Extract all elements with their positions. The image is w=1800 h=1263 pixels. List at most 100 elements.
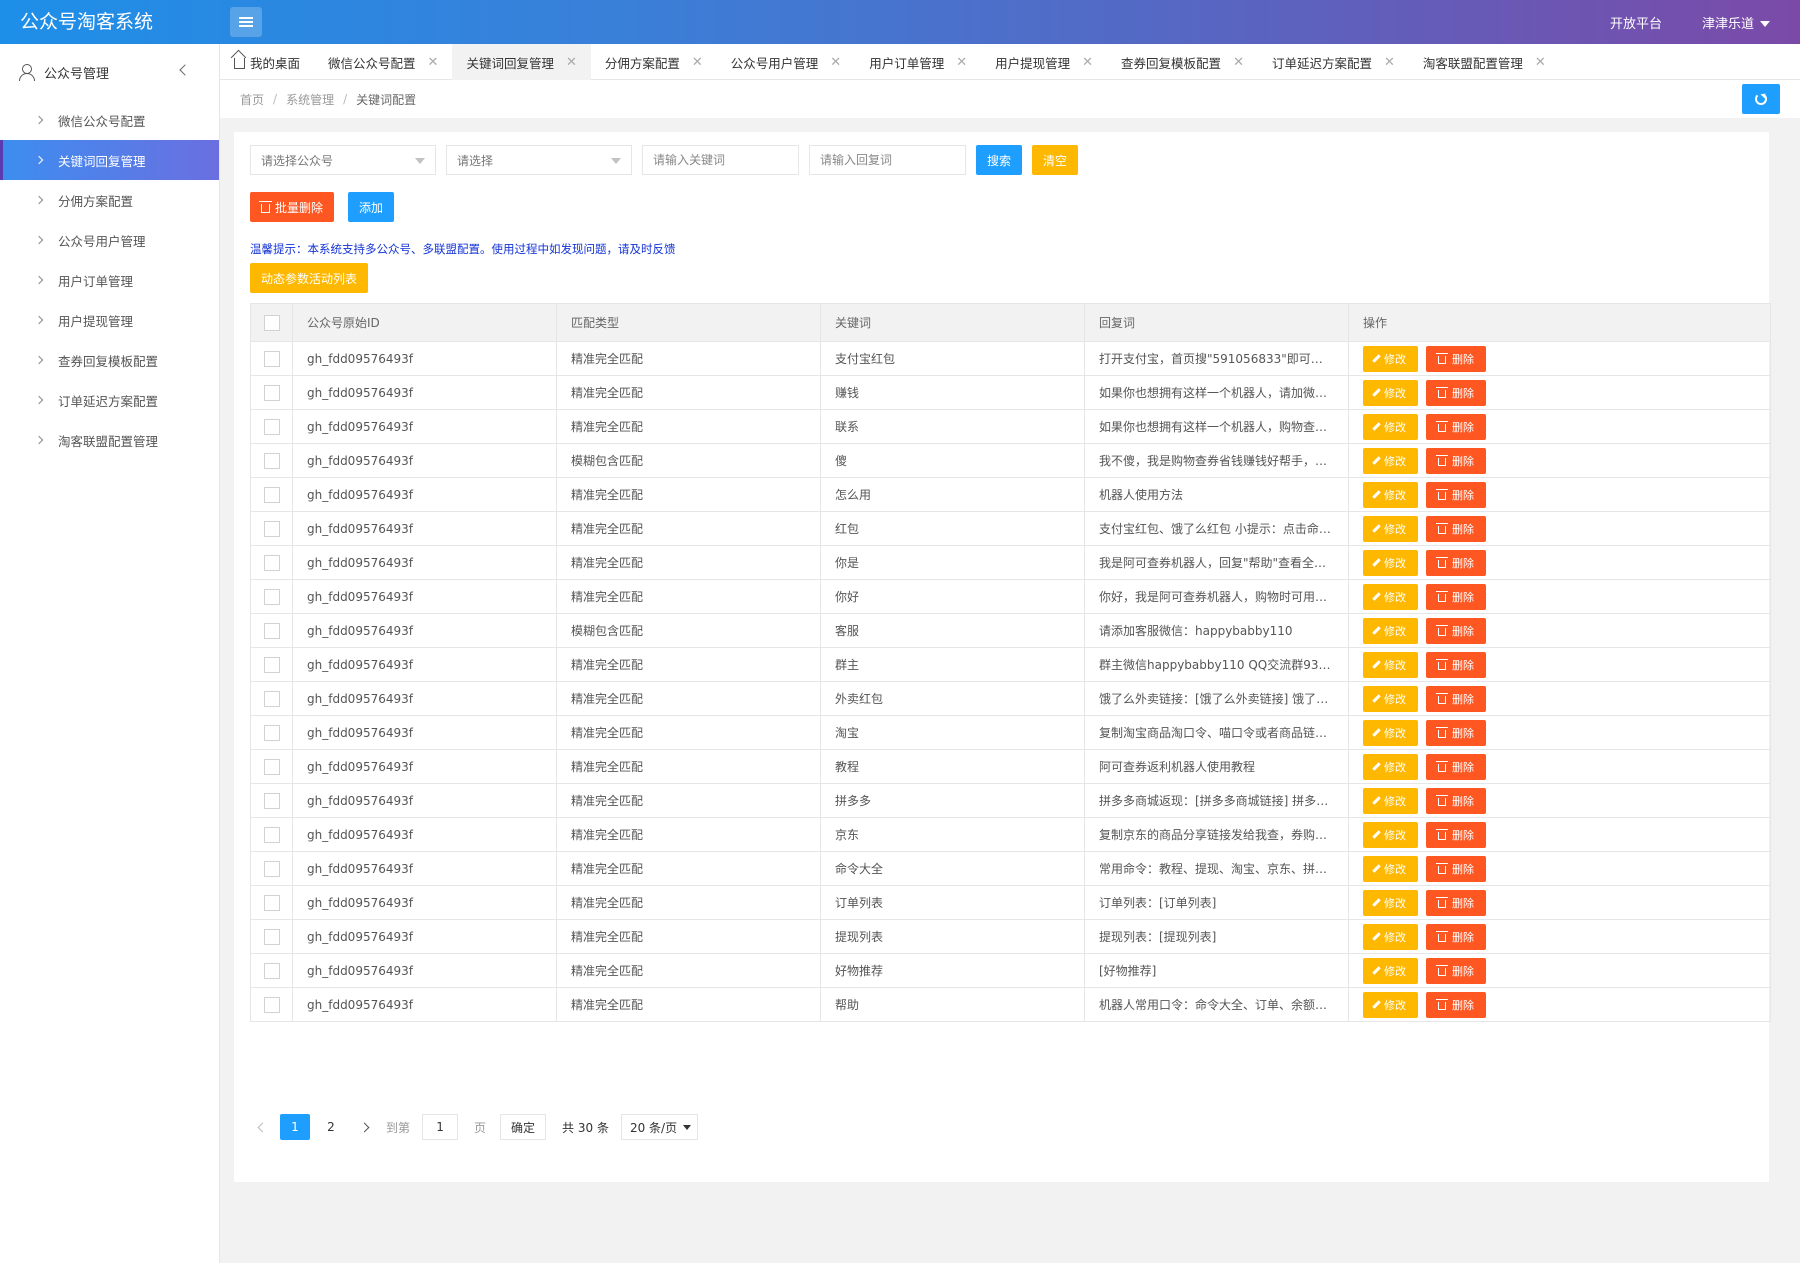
close-icon[interactable]: ✕ xyxy=(830,55,841,70)
sidebar-item[interactable]: 订单延迟方案配置 xyxy=(0,380,219,420)
delete-button[interactable]: 删除 xyxy=(1426,379,1486,406)
close-icon[interactable]: ✕ xyxy=(1233,55,1244,70)
page-number[interactable]: 2 xyxy=(316,1114,346,1140)
close-icon[interactable]: ✕ xyxy=(1384,55,1395,70)
tab[interactable]: 公众号用户管理 ✕ xyxy=(717,44,855,80)
row-checkbox[interactable] xyxy=(263,928,280,945)
sidebar-item[interactable]: 关键词回复管理 xyxy=(0,140,219,180)
breadcrumb-item[interactable]: 首页 xyxy=(240,91,264,108)
row-checkbox[interactable] xyxy=(263,758,280,775)
tab[interactable]: 我的桌面 xyxy=(220,44,314,80)
edit-button[interactable]: 修改 xyxy=(1363,685,1418,712)
row-checkbox[interactable] xyxy=(263,418,280,435)
delete-button[interactable]: 删除 xyxy=(1426,787,1486,814)
row-checkbox[interactable] xyxy=(263,860,280,877)
delete-button[interactable]: 删除 xyxy=(1426,481,1486,508)
delete-button[interactable]: 删除 xyxy=(1426,821,1486,848)
edit-button[interactable]: 修改 xyxy=(1363,447,1418,474)
tab[interactable]: 淘客联盟配置管理 ✕ xyxy=(1409,44,1560,80)
delete-button[interactable]: 删除 xyxy=(1426,651,1486,678)
delete-button[interactable]: 删除 xyxy=(1426,855,1486,882)
app-logo[interactable]: 公众号淘客系统 xyxy=(20,0,153,44)
close-icon[interactable]: ✕ xyxy=(1082,55,1093,70)
close-icon[interactable]: ✕ xyxy=(1535,55,1546,70)
edit-button[interactable]: 修改 xyxy=(1363,549,1418,576)
delete-button[interactable]: 删除 xyxy=(1426,447,1486,474)
tab[interactable]: 订单延迟方案配置 ✕ xyxy=(1258,44,1409,80)
edit-button[interactable]: 修改 xyxy=(1363,787,1418,814)
page-number[interactable]: 1 xyxy=(280,1114,310,1140)
delete-button[interactable]: 删除 xyxy=(1426,617,1486,644)
delete-button[interactable]: 删除 xyxy=(1426,549,1486,576)
batch-delete-button[interactable]: 批量删除 xyxy=(250,192,335,222)
edit-button[interactable]: 修改 xyxy=(1363,719,1418,746)
delete-button[interactable]: 删除 xyxy=(1426,345,1486,372)
row-checkbox[interactable] xyxy=(263,622,280,639)
goto-confirm-button[interactable]: 确定 xyxy=(500,1114,547,1140)
edit-button[interactable]: 修改 xyxy=(1363,583,1418,610)
delete-button[interactable]: 删除 xyxy=(1426,957,1486,984)
row-checkbox[interactable] xyxy=(263,724,280,741)
sidebar-item[interactable]: 淘客联盟配置管理 xyxy=(0,420,219,460)
row-checkbox[interactable] xyxy=(263,520,280,537)
reply-input[interactable] xyxy=(809,145,966,175)
breadcrumb-item[interactable]: 系统管理 xyxy=(286,91,334,108)
edit-button[interactable]: 修改 xyxy=(1363,923,1418,950)
match-type-select[interactable]: 请选择 xyxy=(446,145,632,175)
keyword-input[interactable] xyxy=(642,145,799,175)
sidebar-item[interactable]: 用户订单管理 xyxy=(0,260,219,300)
user-menu[interactable]: 津津乐道 xyxy=(1702,13,1770,32)
edit-button[interactable]: 修改 xyxy=(1363,991,1418,1018)
close-icon[interactable]: ✕ xyxy=(566,55,577,70)
tab[interactable]: 用户提现管理 ✕ xyxy=(981,44,1107,80)
row-checkbox[interactable] xyxy=(263,350,280,367)
row-checkbox[interactable] xyxy=(263,384,280,401)
edit-button[interactable]: 修改 xyxy=(1363,957,1418,984)
account-select[interactable]: 请选择公众号 xyxy=(250,145,436,175)
row-checkbox[interactable] xyxy=(263,996,280,1013)
delete-button[interactable]: 删除 xyxy=(1426,719,1486,746)
sidebar-item[interactable]: 分佣方案配置 xyxy=(0,180,219,220)
select-all-checkbox[interactable] xyxy=(263,314,280,331)
sidebar-item[interactable]: 公众号用户管理 xyxy=(0,220,219,260)
chevron-left-icon[interactable] xyxy=(179,64,191,76)
menu-toggle-button[interactable] xyxy=(230,7,262,37)
tab[interactable]: 查券回复模板配置 ✕ xyxy=(1107,44,1258,80)
prev-page-button[interactable] xyxy=(250,1114,274,1140)
row-checkbox[interactable] xyxy=(263,826,280,843)
sidebar-group-account[interactable]: 公众号管理 xyxy=(0,44,219,100)
close-icon[interactable]: ✕ xyxy=(692,55,703,70)
close-icon[interactable]: ✕ xyxy=(956,55,967,70)
edit-button[interactable]: 修改 xyxy=(1363,413,1418,440)
tab[interactable]: 关键词回复管理 ✕ xyxy=(452,44,591,80)
delete-button[interactable]: 删除 xyxy=(1426,923,1486,950)
open-platform-link[interactable]: 开放平台 xyxy=(1610,13,1662,32)
row-checkbox[interactable] xyxy=(263,894,280,911)
row-checkbox[interactable] xyxy=(263,554,280,571)
close-icon[interactable]: ✕ xyxy=(428,55,439,70)
add-button[interactable]: 添加 xyxy=(348,192,395,222)
clear-button[interactable]: 清空 xyxy=(1032,145,1079,175)
edit-button[interactable]: 修改 xyxy=(1363,379,1418,406)
delete-button[interactable]: 删除 xyxy=(1426,413,1486,440)
row-checkbox[interactable] xyxy=(263,792,280,809)
row-checkbox[interactable] xyxy=(263,452,280,469)
delete-button[interactable]: 删除 xyxy=(1426,515,1486,542)
tab[interactable]: 分佣方案配置 ✕ xyxy=(591,44,717,80)
edit-button[interactable]: 修改 xyxy=(1363,617,1418,644)
edit-button[interactable]: 修改 xyxy=(1363,651,1418,678)
edit-button[interactable]: 修改 xyxy=(1363,481,1418,508)
row-checkbox[interactable] xyxy=(263,656,280,673)
search-button[interactable]: 搜索 xyxy=(976,145,1023,175)
row-checkbox[interactable] xyxy=(263,486,280,503)
delete-button[interactable]: 删除 xyxy=(1426,753,1486,780)
delete-button[interactable]: 删除 xyxy=(1426,991,1486,1018)
dynamic-params-button[interactable]: 动态参数活动列表 xyxy=(250,263,369,293)
edit-button[interactable]: 修改 xyxy=(1363,753,1418,780)
sidebar-item[interactable]: 查券回复模板配置 xyxy=(0,340,219,380)
next-page-button[interactable] xyxy=(352,1114,376,1140)
goto-page-input[interactable]: 1 xyxy=(422,1114,459,1140)
page-size-select[interactable]: 20 条/页 xyxy=(620,1114,699,1140)
edit-button[interactable]: 修改 xyxy=(1363,889,1418,916)
row-checkbox[interactable] xyxy=(263,690,280,707)
